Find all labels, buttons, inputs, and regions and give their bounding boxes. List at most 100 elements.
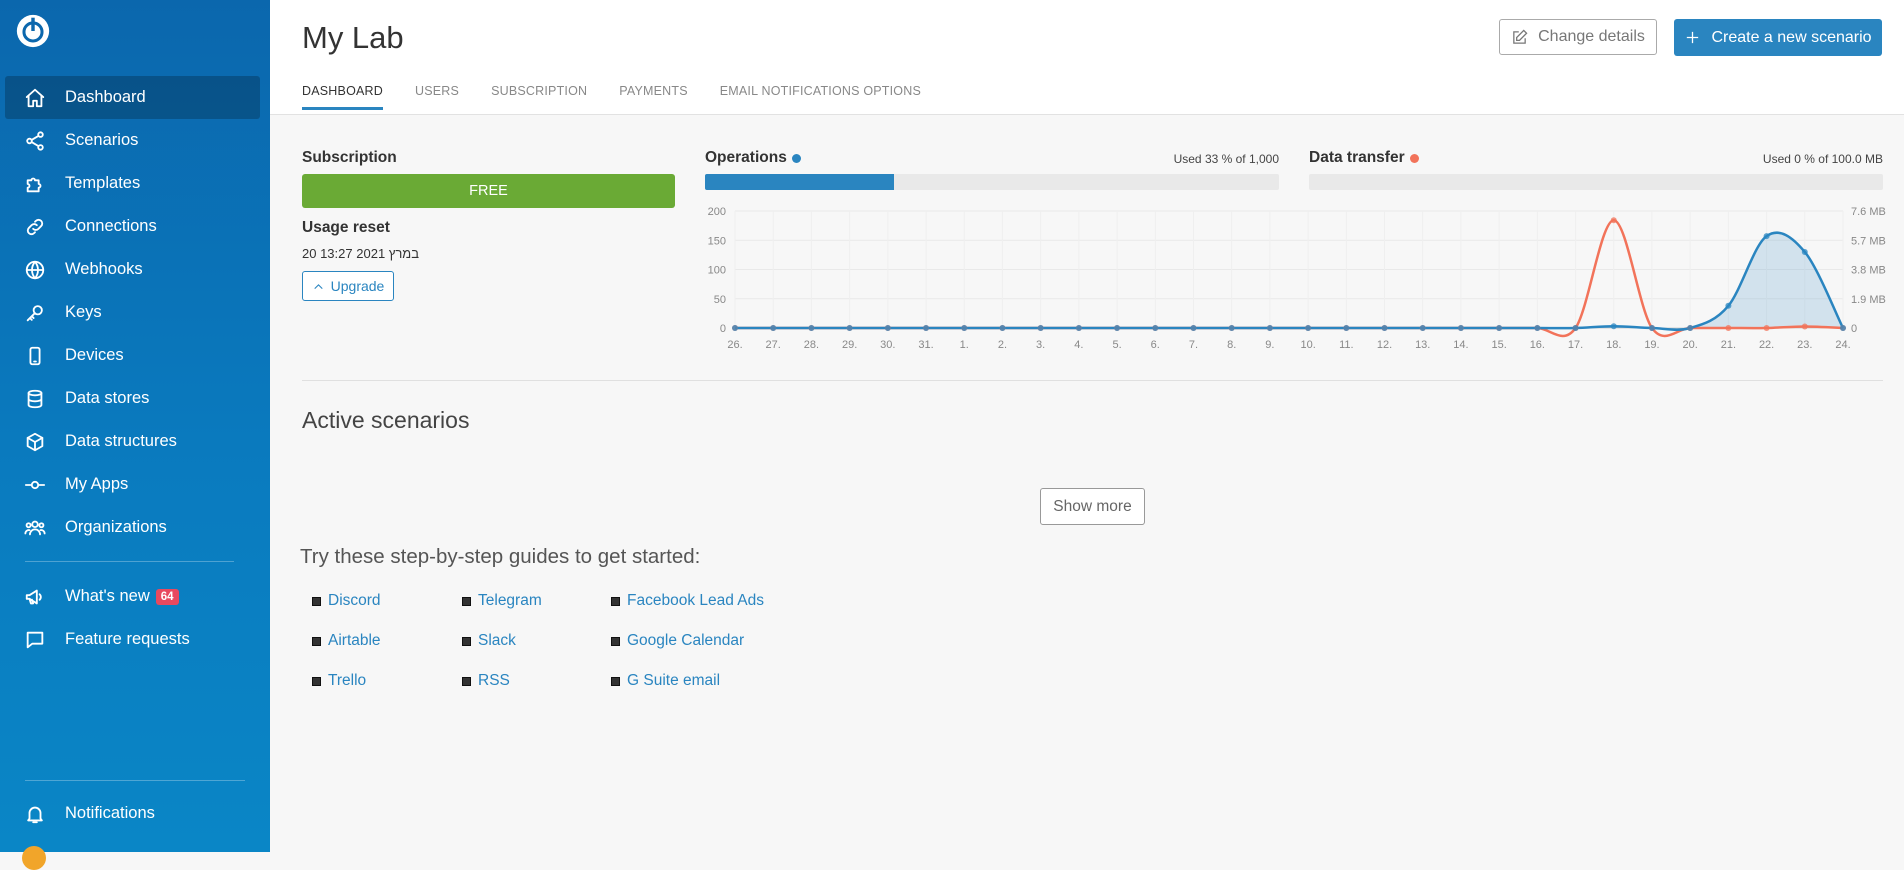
plan-bar: FREE	[302, 174, 675, 208]
x-tick-label: 10.	[1300, 339, 1315, 351]
tab-users[interactable]: USERS	[415, 84, 459, 110]
guide-link-discord[interactable]: Discord	[312, 592, 381, 610]
plus-icon	[1687, 31, 1699, 44]
sidebar-item-my-apps[interactable]: My Apps	[5, 463, 260, 506]
guide-link-facebook-lead-ads[interactable]: Facebook Lead Ads	[611, 592, 764, 610]
bullet-icon	[312, 676, 321, 686]
tab-payments[interactable]: PAYMENTS	[619, 84, 688, 110]
y-tick-label: 0	[720, 323, 726, 335]
operations-point	[1190, 325, 1197, 331]
operations-point	[1457, 325, 1464, 331]
sidebar-item-connections[interactable]: Connections	[5, 205, 260, 248]
operations-title: Operations	[705, 149, 787, 166]
upgrade-button[interactable]: Upgrade	[302, 271, 394, 301]
tab-dashboard[interactable]: DASHBOARD	[302, 84, 383, 110]
avatar[interactable]	[22, 846, 46, 870]
bullet-icon	[611, 676, 620, 686]
tab-email-notifications[interactable]: EMAIL NOTIFICATIONS OPTIONS	[720, 84, 921, 110]
x-tick-label: 9.	[1265, 339, 1274, 351]
commit-icon	[23, 473, 47, 497]
guide-link-slack[interactable]: Slack	[462, 632, 516, 650]
guide-label: G Suite email	[627, 672, 721, 689]
bullet-icon	[611, 636, 620, 646]
comment-icon	[23, 628, 47, 652]
sidebar-item-data-structures[interactable]: Data structures	[5, 420, 260, 463]
sidebar-item-label: Organizations	[65, 518, 167, 536]
x-tick-label: 11.	[1339, 339, 1353, 351]
sidebar-item-data-stores[interactable]: Data stores	[5, 377, 260, 420]
guide-label: Facebook Lead Ads	[627, 592, 765, 609]
section-divider	[302, 380, 1883, 381]
puzzle-icon	[23, 172, 47, 196]
operations-used-text: Used 33 % of 1,000	[1173, 152, 1279, 166]
guide-label: Trello	[328, 672, 367, 689]
link-icon	[23, 215, 47, 239]
sidebar-item-webhooks[interactable]: Webhooks	[5, 248, 260, 291]
y-tick-label: 50	[714, 294, 726, 306]
sidebar-item-whats-new[interactable]: What's new 64	[5, 575, 260, 618]
operations-point	[1840, 325, 1846, 331]
y-tick-label: 100	[708, 265, 726, 277]
operations-point	[1648, 325, 1655, 331]
guide-link-google-calendar[interactable]: Google Calendar	[611, 632, 744, 650]
x-tick-label: 13.	[1415, 339, 1430, 351]
edit-icon	[1513, 29, 1528, 44]
guide-link-g-suite-email[interactable]: G Suite email	[611, 672, 720, 690]
sidebar-notifications-section: Notifications	[5, 792, 260, 835]
sidebar-item-label: Scenarios	[65, 131, 139, 149]
integromat-logo-icon[interactable]	[14, 12, 52, 50]
sidebar-item-label: Data stores	[65, 389, 150, 407]
sidebar-item-label: Feature requests	[65, 630, 190, 648]
sidebar-item-label: Devices	[65, 346, 124, 364]
sidebar-item-scenarios[interactable]: Scenarios	[5, 119, 260, 162]
sidebar-divider	[25, 561, 234, 562]
sidebar-item-templates[interactable]: Templates	[5, 162, 260, 205]
sidebar-item-label: What's new	[65, 587, 150, 605]
x-tick-label: 16.	[1530, 339, 1545, 351]
operations-point	[1610, 323, 1617, 330]
operations-point	[1228, 325, 1235, 331]
sidebar-item-devices[interactable]: Devices	[5, 334, 260, 377]
page-header: My Lab DASHBOARD USERS SUBSCRIPTION PAYM…	[270, 0, 1904, 115]
bullet-icon	[611, 596, 620, 606]
usage-reset-label: Usage reset	[302, 219, 390, 236]
bell-icon	[23, 802, 47, 826]
guide-link-airtable[interactable]: Airtable	[312, 632, 381, 650]
sidebar-item-dashboard[interactable]: Dashboard	[5, 76, 260, 119]
sidebar-item-feature-requests[interactable]: Feature requests	[5, 618, 260, 661]
y2-tick-label: 7.6 MB	[1851, 206, 1886, 218]
sidebar-item-label: Keys	[65, 303, 102, 321]
operations-area	[735, 232, 1843, 330]
guide-link-telegram[interactable]: Telegram	[462, 592, 542, 610]
usage-reset-date: 20 במרץ 2021 13:27	[302, 246, 419, 261]
globe-icon	[23, 258, 47, 282]
guide-label: Slack	[478, 632, 516, 649]
guide-link-rss[interactable]: RSS	[462, 672, 510, 690]
operations-progress-bar	[705, 174, 1279, 190]
sidebar-item-organizations[interactable]: Organizations	[5, 506, 260, 549]
show-more-button[interactable]: Show more	[1040, 488, 1145, 525]
tab-subscription[interactable]: SUBSCRIPTION	[491, 84, 587, 110]
data-transfer-title: Data transfer	[1309, 149, 1405, 166]
sidebar-item-notifications[interactable]: Notifications	[5, 792, 260, 835]
guide-link-trello[interactable]: Trello	[312, 672, 366, 690]
x-tick-label: 24.	[1835, 339, 1850, 351]
sidebar-item-label: Webhooks	[65, 260, 143, 278]
subscription-label: Subscription	[302, 149, 397, 166]
upgrade-label: Upgrade	[330, 278, 385, 294]
guide-label: Google Calendar	[627, 632, 745, 649]
y2-tick-label: 3.8 MB	[1851, 265, 1886, 277]
operations-point	[1572, 325, 1579, 331]
operations-point	[1725, 302, 1732, 309]
sidebar-item-keys[interactable]: Keys	[5, 291, 260, 334]
change-details-label: Change details	[1538, 28, 1645, 45]
data-transfer-used-text: Used 0 % of 100.0 MB	[1762, 152, 1883, 166]
x-tick-label: 12.	[1377, 339, 1392, 351]
sidebar: Dashboard Scenarios Templates Connection…	[0, 0, 270, 870]
operations-point	[961, 325, 968, 331]
create-scenario-button[interactable]: Create a new scenario	[1674, 19, 1882, 56]
x-tick-label: 19.	[1644, 339, 1659, 351]
y2-tick-label: 1.9 MB	[1851, 294, 1886, 306]
x-tick-label: 14.	[1453, 339, 1468, 351]
change-details-button[interactable]: Change details	[1499, 19, 1657, 55]
